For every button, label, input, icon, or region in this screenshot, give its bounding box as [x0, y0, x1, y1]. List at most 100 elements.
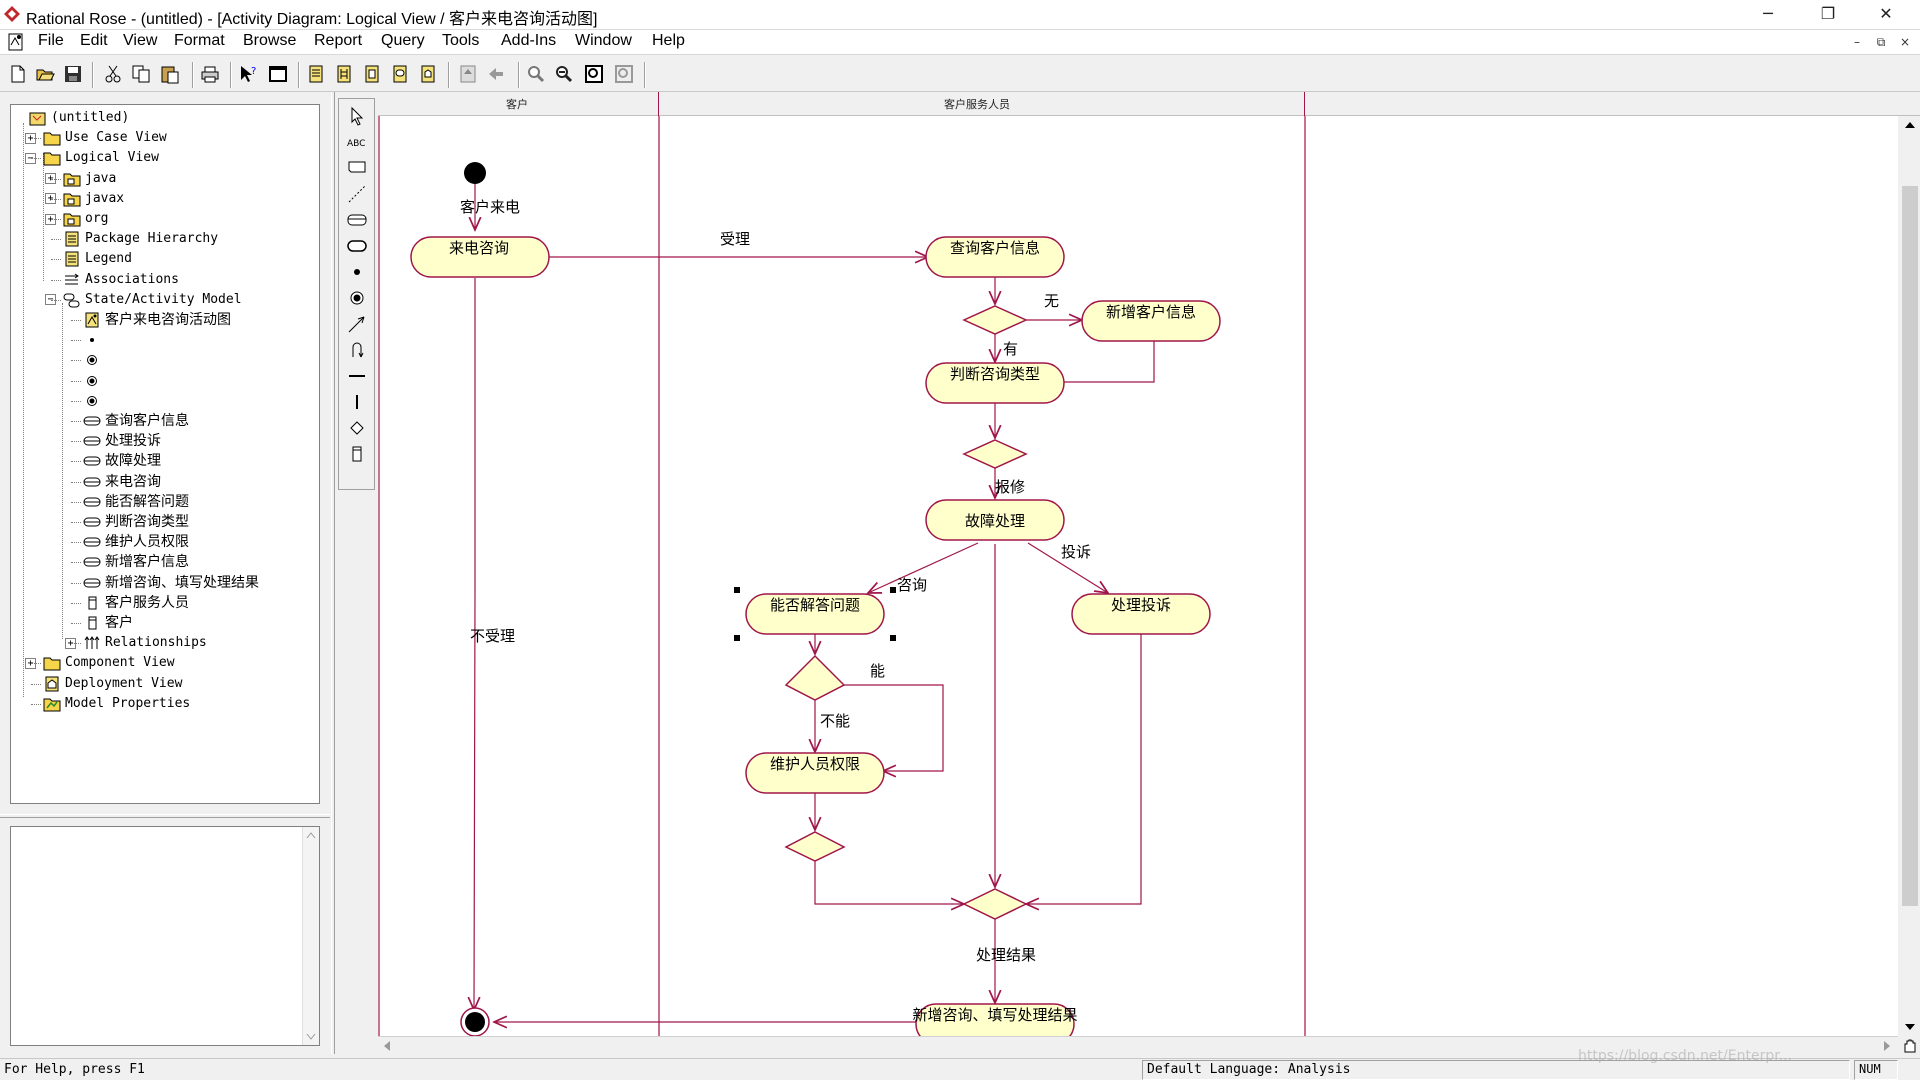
activity-tool-icon[interactable] — [346, 235, 368, 257]
mdi-restore-button[interactable]: ⧉ — [1872, 33, 1890, 51]
pan-hand-icon[interactable] — [1900, 1037, 1920, 1054]
transition-label[interactable]: 咨询 — [897, 576, 927, 594]
previous-diagram-icon[interactable] — [486, 64, 506, 84]
transition-label[interactable]: 处理结果 — [976, 946, 1036, 964]
tree-item[interactable] — [83, 351, 105, 369]
transition-label[interactable]: 报修 — [995, 478, 1025, 496]
decision-tool-icon[interactable] — [346, 417, 368, 439]
tree-item[interactable]: Use Case View — [43, 129, 167, 147]
browse-component-diagram-icon[interactable] — [362, 64, 382, 84]
tree-item[interactable]: State/Activity Model — [63, 291, 242, 309]
documentation-window-icon[interactable] — [268, 64, 288, 84]
browser-splitter[interactable] — [0, 814, 330, 818]
scroll-down-arrow-icon[interactable] — [306, 1033, 316, 1041]
paste-icon[interactable] — [160, 64, 180, 84]
menu-add-ins[interactable]: Add-Ins — [501, 32, 556, 50]
tree-item[interactable]: 判断咨询类型 — [83, 513, 189, 531]
tree-item[interactable]: 新增咨询、填写处理结果 — [83, 574, 259, 592]
browse-interaction-diagram-icon[interactable] — [334, 64, 354, 84]
end-state-tool-icon[interactable] — [346, 287, 368, 309]
new-icon[interactable] — [8, 64, 28, 84]
mdi-close-button[interactable]: × — [1896, 33, 1914, 51]
tree-item[interactable]: Deployment View — [43, 675, 182, 693]
tree-item[interactable]: java — [63, 170, 116, 188]
tree-item[interactable]: (untitled) — [29, 109, 129, 127]
menu-query[interactable]: Query — [381, 32, 425, 50]
tree-item[interactable]: javax — [63, 190, 124, 208]
swimlane-service-staff-label[interactable]: 客户服务人员 — [944, 96, 1010, 112]
start-state[interactable] — [464, 162, 486, 184]
copy-icon[interactable] — [131, 64, 151, 84]
pane-splitter[interactable] — [331, 92, 335, 1054]
tree-item[interactable] — [83, 372, 105, 390]
note-tool-icon[interactable] — [346, 157, 368, 179]
tree-item[interactable]: org — [63, 210, 108, 228]
minimize-button[interactable]: ─ — [1740, 0, 1796, 30]
cut-icon[interactable] — [103, 64, 123, 84]
transition-tool-icon[interactable] — [346, 313, 368, 335]
menu-format[interactable]: Format — [174, 32, 225, 50]
save-icon[interactable] — [63, 64, 83, 84]
swimlane-tool-icon[interactable] — [346, 443, 368, 465]
tree-item[interactable]: 新增客户信息 — [83, 553, 189, 571]
menu-edit[interactable]: Edit — [80, 32, 108, 50]
scroll-right-arrow-icon[interactable] — [1882, 1040, 1892, 1052]
transition-label[interactable]: 无 — [1044, 292, 1059, 310]
scroll-left-arrow-icon[interactable] — [382, 1040, 392, 1052]
documentation-scrollbar[interactable] — [302, 827, 319, 1045]
diagram-document-icon[interactable] — [8, 33, 24, 51]
browse-state-diagram-icon[interactable] — [390, 64, 410, 84]
undo-fit-in-window-icon[interactable] — [614, 64, 634, 84]
tree-item[interactable]: 客户服务人员 — [83, 594, 189, 612]
transition-label[interactable]: 能 — [870, 662, 885, 680]
zoom-out-icon[interactable] — [554, 64, 574, 84]
tree-item[interactable]: Component View — [43, 654, 175, 672]
tree-item[interactable]: 来电咨询 — [83, 473, 161, 491]
tree-item[interactable]: Model Properties — [43, 695, 190, 713]
restore-button[interactable]: ❐ — [1800, 0, 1856, 30]
scroll-up-arrow-icon[interactable] — [306, 831, 316, 839]
tree-item[interactable]: 处理投诉 — [83, 432, 161, 450]
transition-label[interactable]: 不能 — [820, 712, 850, 730]
browse-deployment-diagram-icon[interactable] — [418, 64, 438, 84]
context-help-icon[interactable]: ? — [238, 64, 258, 84]
tree-item[interactable]: Relationships — [83, 634, 207, 652]
zoom-in-icon[interactable] — [526, 64, 546, 84]
tree-item[interactable]: 客户 — [83, 614, 133, 632]
tree-item[interactable]: Package Hierarchy — [63, 230, 218, 248]
swimlane-customer-label[interactable]: 客户 — [506, 96, 528, 112]
rational-rose-app-icon[interactable] — [3, 5, 21, 23]
horizontal-synchronization-tool-icon[interactable] — [346, 365, 368, 387]
menu-view[interactable]: View — [123, 32, 157, 50]
diagram-vertical-scrollbar[interactable] — [1900, 116, 1920, 1038]
vertical-synchronization-tool-icon[interactable] — [346, 391, 368, 413]
tree-item[interactable]: 查询客户信息 — [83, 412, 189, 430]
transition-label[interactable]: 不受理 — [470, 627, 515, 645]
vertical-scroll-thumb[interactable] — [1902, 186, 1918, 906]
menu-tools[interactable]: Tools — [442, 32, 479, 50]
close-button[interactable]: ✕ — [1858, 0, 1914, 30]
tree-item[interactable]: 客户来电咨询活动图 — [83, 311, 231, 329]
tree-item[interactable] — [83, 331, 105, 349]
menu-browse[interactable]: Browse — [243, 32, 296, 50]
text-box-tool-icon[interactable]: ABC — [346, 131, 368, 153]
mdi-minimize-button[interactable]: – — [1848, 33, 1866, 51]
tree-item[interactable]: 故障处理 — [83, 452, 161, 470]
anchor-note-tool-icon[interactable] — [346, 183, 368, 205]
menu-window[interactable]: Window — [575, 32, 632, 50]
documentation-pane[interactable] — [10, 826, 320, 1046]
transition-label[interactable]: 投诉 — [1061, 543, 1091, 561]
browser-tree[interactable]: (untitled) + Use Case View − Logical View + ja… — [10, 104, 320, 804]
scroll-up-arrow-icon[interactable] — [1904, 120, 1916, 130]
tree-item[interactable]: 维护人员权限 — [83, 533, 189, 551]
menu-file[interactable]: File — [38, 32, 64, 50]
start-state-tool-icon[interactable] — [346, 261, 368, 283]
transition-label[interactable]: 有 — [1003, 340, 1018, 358]
menu-report[interactable]: Report — [314, 32, 362, 50]
transition-label[interactable]: 受理 — [720, 230, 750, 248]
tree-item[interactable]: Associations — [63, 271, 179, 289]
print-icon[interactable] — [200, 64, 220, 84]
scroll-down-arrow-icon[interactable] — [1904, 1022, 1916, 1032]
selection-tool-icon[interactable] — [346, 105, 368, 127]
diagram-canvas[interactable]: 来电咨询 查询客户信息 新增客户信息 判断咨询类型 故障处理 能否解答问题 处理… — [378, 92, 1898, 1036]
